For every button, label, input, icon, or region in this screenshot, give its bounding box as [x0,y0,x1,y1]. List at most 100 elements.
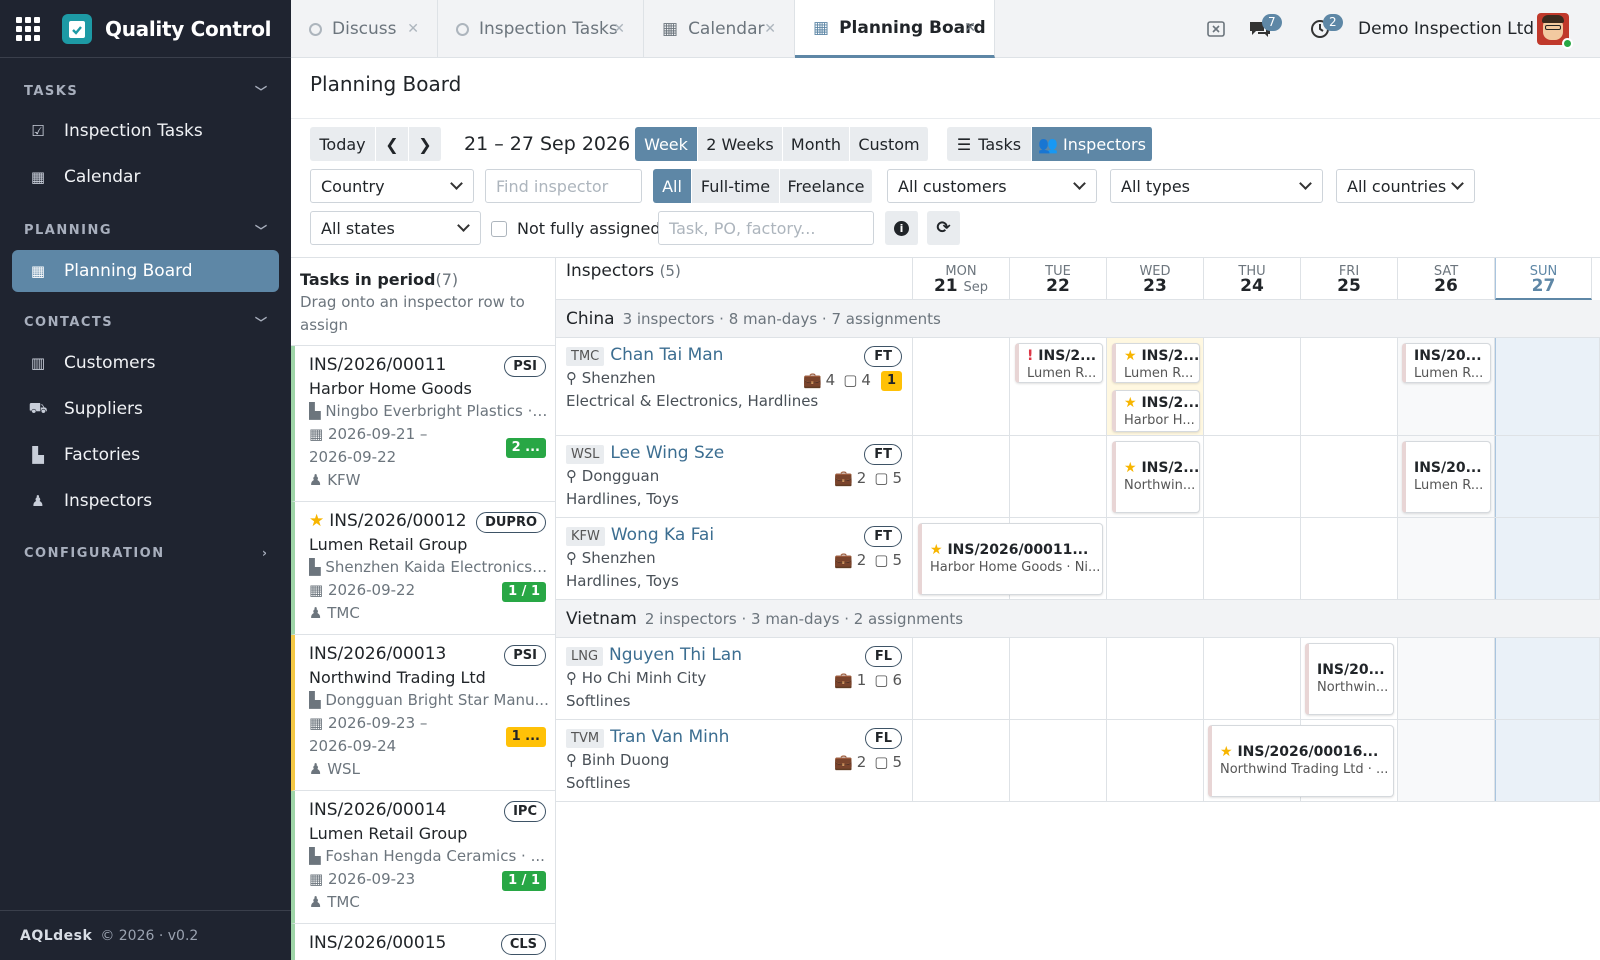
day-cell[interactable] [1010,436,1107,517]
sidebar-item-customers[interactable]: ▥ Customers [12,342,279,384]
close-icon[interactable]: ✕ [613,21,625,37]
app-grid-icon[interactable] [16,16,40,41]
day-cell[interactable] [1107,518,1204,599]
day-cell[interactable] [1495,436,1600,517]
day-cell[interactable] [1204,436,1301,517]
inspector-row[interactable]: TMC Chan Tai Man FT ⚲ Shenzhen 💼 4 ▢ 4 1 Elec… [556,338,1600,436]
day-cell[interactable] [1398,638,1495,719]
inspector-name[interactable]: Nguyen Thi Lan [609,645,742,665]
task-card[interactable]: INS/2026/00011 PSI Harbor Home Goods ▙ N… [291,346,555,502]
countries-select[interactable]: All countries [1336,169,1475,203]
prev-button[interactable]: ❮ [376,127,409,161]
types-select[interactable]: All types [1110,169,1323,203]
group-header-china: China 3 inspectors · 8 man-days · 7 assig… [556,300,1600,338]
day-cell[interactable] [1204,338,1301,435]
sidebar-item-calendar[interactable]: ▦ Calendar [12,156,279,198]
day-cell[interactable] [1010,638,1107,719]
view-week-button[interactable]: Week [635,127,698,161]
find-inspector-input[interactable]: Find inspector [485,169,642,203]
tab-inspection-tasks[interactable]: Inspection Tasks ✕ [438,0,644,58]
task-card[interactable]: INS/2026/00015 CLS [291,924,555,960]
day-cell[interactable] [1495,338,1600,435]
assignment-chip[interactable]: ★ INS/2... Harbor H... [1112,390,1200,432]
day-cell[interactable] [913,638,1010,719]
day-cell[interactable] [913,720,1010,801]
close-icon[interactable]: ✕ [964,20,976,36]
day-cell[interactable] [1301,518,1398,599]
day-cell[interactable] [1010,720,1107,801]
assignment-chip[interactable]: INS/20... Lumen R... [1402,343,1491,383]
day-cell[interactable] [1301,338,1398,435]
tasks-mode-button[interactable]: ☰ Tasks [947,127,1032,161]
close-icon[interactable]: ✕ [407,21,419,37]
tab-planning-board[interactable]: ▦ Planning Board ✕ [795,0,995,58]
inspector-name[interactable]: Lee Wing Sze [610,443,724,463]
close-icon[interactable]: ✕ [764,21,776,37]
next-button[interactable]: ❯ [409,127,442,161]
section-planning[interactable]: PLANNING ﹀ [0,220,291,240]
checkbox[interactable] [491,220,507,237]
task-card[interactable]: INS/2026/00014 IPC Lumen Retail Group ▙ … [291,791,555,924]
inspector-name[interactable]: Wong Ka Fai [611,525,714,545]
assignment-chip[interactable]: ★ INS/2... Lumen R... [1112,343,1200,383]
assignment-chip[interactable]: INS/20... Lumen R... [1402,441,1491,513]
task-search-input[interactable]: Task, PO, factory... [658,211,874,245]
assignment-chip[interactable]: INS/20... Northwin... [1305,643,1394,715]
assignment-chip[interactable]: ★ INS/2... Northwin... [1112,441,1200,513]
inspector-row[interactable]: WSL Lee Wing Sze FT ⚲ Dongguan 💼 2 ▢ 5 Hardl… [556,436,1600,518]
tab-discuss[interactable]: Discuss ✕ [291,0,438,58]
online-status-icon [1562,38,1573,49]
sidebar-item-suppliers[interactable]: ⛟ Suppliers [12,388,279,430]
country-group-select[interactable]: Country [310,169,474,203]
today-button[interactable]: Today [310,127,376,161]
task-card[interactable]: INS/2026/00013 PSI Northwind Trading Ltd… [291,635,555,791]
task-card[interactable]: ★ INS/2026/00012 DUPRO Lumen Retail Group… [291,502,555,635]
assignment-chip[interactable]: ★ INS/2026/00016... Northwind Trading Ltd… [1208,725,1394,797]
close-all-tabs-icon[interactable] [1207,0,1225,58]
not-fully-assigned-toggle[interactable]: Not fully assigned [491,219,661,238]
inspector-row[interactable]: LNG Nguyen Thi Lan FL ⚲ Ho Chi Minh City … [556,638,1600,720]
section-configuration[interactable]: CONFIGURATION › [0,543,291,563]
inspector-name[interactable]: Chan Tai Man [610,345,723,365]
day-cell[interactable] [913,338,1010,435]
sidebar-item-inspectors[interactable]: ♟ Inspectors [12,480,279,522]
sidebar-item-factories[interactable]: ▙ Factories [12,434,279,476]
sidebar-item-inspection-tasks[interactable]: ☑ Inspection Tasks [12,110,279,152]
day-cell[interactable] [913,436,1010,517]
emp-freelance-button[interactable]: Freelance [780,169,873,203]
refresh-button[interactable]: ⟳ [927,211,961,245]
task-customer: Harbor Home Goods [309,379,472,398]
day-cell[interactable] [1495,720,1600,801]
day-cell[interactable] [1398,720,1495,801]
assignment-chip[interactable]: ★ INS/2026/00011... Harbor Home Goods · N… [918,523,1103,595]
day-cell[interactable] [1301,436,1398,517]
day-cell[interactable] [1204,638,1301,719]
day-cell[interactable] [1495,638,1600,719]
user-icon: ♟ [309,604,328,622]
chip-subtitle: Lumen R... [1124,366,1194,381]
day-cell[interactable] [1495,518,1600,599]
view-custom-button[interactable]: Custom [850,127,929,161]
section-contacts[interactable]: CONTACTS ﹀ [0,312,291,332]
inspector-row[interactable]: KFW Wong Ka Fai FT ⚲ Shenzhen 💼 2 ▢ 5 Hardli… [556,518,1600,600]
customers-select[interactable]: All customers [887,169,1097,203]
day-cell[interactable] [1107,720,1204,801]
info-button[interactable]: i [885,211,919,245]
day-cell[interactable] [1398,518,1495,599]
day-cell[interactable] [1107,638,1204,719]
section-tasks[interactable]: TASKS ﹀ [0,81,291,101]
tab-calendar[interactable]: ▦ Calendar ✕ [644,0,795,58]
emp-all-button[interactable]: All [653,169,692,203]
view-2weeks-button[interactable]: 2 Weeks [698,127,783,161]
view-month-button[interactable]: Month [783,127,850,161]
day-cell[interactable] [1204,518,1301,599]
inspectors-mode-button[interactable]: 👥 Inspectors [1032,127,1153,161]
inspector-name[interactable]: Tran Van Minh [610,727,729,747]
states-select[interactable]: All states [310,211,481,245]
avatar[interactable] [1537,0,1573,58]
company-switcher[interactable]: Demo Inspection Ltd [1358,0,1534,58]
assignment-chip[interactable]: ! INS/2... Lumen R... [1015,343,1103,383]
inspector-row[interactable]: TVM Tran Van Minh FL ⚲ Binh Duong 💼 2 ▢ 5 So… [556,720,1600,802]
sidebar-item-planning-board[interactable]: ▦ Planning Board [12,250,279,292]
emp-fulltime-button[interactable]: Full-time [692,169,780,203]
